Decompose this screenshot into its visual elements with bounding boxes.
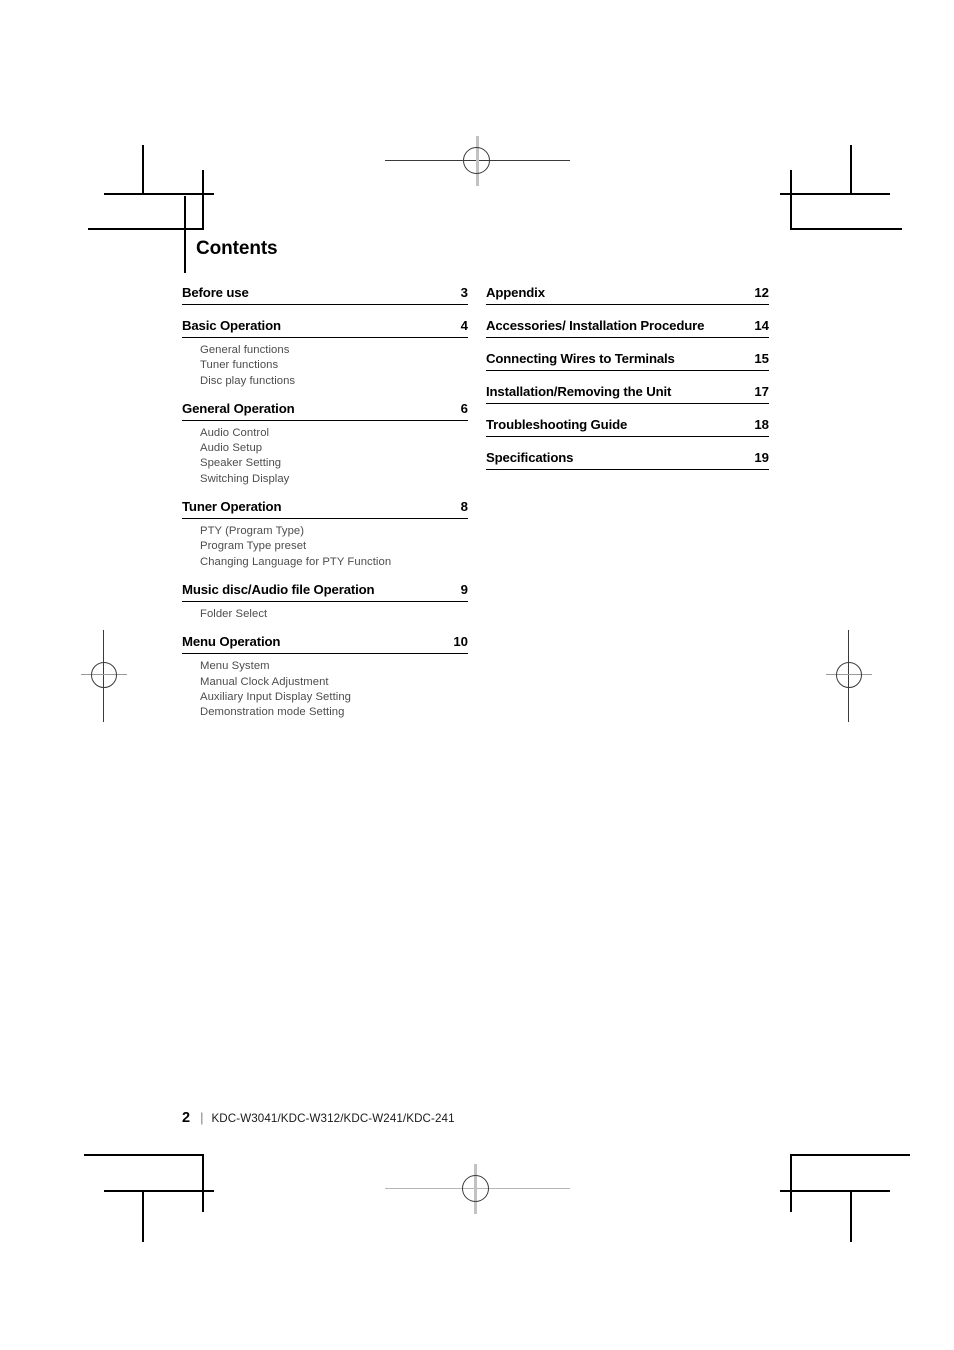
footer-separator: | bbox=[200, 1110, 204, 1125]
toc-entry-spacer bbox=[182, 570, 468, 582]
toc-subitem-list: Folder Select bbox=[182, 602, 468, 622]
toc-entry-title: Basic Operation bbox=[182, 318, 281, 333]
toc-entry-spacer bbox=[486, 437, 769, 450]
toc-entry-page-number: 19 bbox=[754, 450, 769, 465]
toc-entry-title: Installation/Removing the Unit bbox=[486, 384, 672, 399]
toc-subitem[interactable]: Manual Clock Adjustment bbox=[200, 675, 468, 690]
toc-subitem-list: Menu System Manual Clock Adjustment Auxili… bbox=[182, 654, 468, 720]
toc-entry-title: General Operation bbox=[182, 400, 295, 416]
footer-model-list: KDC-W3041/KDC-W312/KDC-W241/KDC-241 bbox=[211, 1112, 455, 1125]
toc-entry-spacer bbox=[486, 338, 769, 351]
footer-page-number: 2 bbox=[182, 1110, 191, 1126]
toc-subitem[interactable]: Disc play functions bbox=[200, 374, 468, 389]
page-title: Contents bbox=[196, 238, 278, 259]
toc-entry-head[interactable]: Installation/Removing the Unit 17 bbox=[486, 384, 769, 404]
toc-entry-head[interactable]: Before use 3 bbox=[182, 285, 468, 305]
toc-subitem[interactable]: Tuner functions bbox=[200, 358, 468, 373]
toc-entry-head[interactable]: Specifications 19 bbox=[486, 450, 769, 470]
toc-column-right: Appendix 12 Accessories/ Installation Proc… bbox=[486, 285, 769, 470]
toc-entry-title: Appendix bbox=[486, 285, 545, 300]
toc-entry-head[interactable]: Accessories/ Installation Procedure 14 bbox=[486, 318, 769, 338]
toc-subitem-list: PTY (Program Type) Program Type preset Cha… bbox=[182, 519, 468, 570]
toc-subitem[interactable]: Audio Setup bbox=[200, 441, 468, 456]
toc-entry[interactable]: Tuner Operation 8 PTY (Program Type) Progra… bbox=[182, 499, 468, 570]
toc-subitem[interactable]: General functions bbox=[200, 343, 468, 358]
page-title-rule bbox=[184, 196, 186, 273]
toc-subitem[interactable]: PTY (Program Type) bbox=[200, 524, 468, 539]
toc-entry-page-number: 18 bbox=[754, 417, 769, 432]
toc-entry-page-number: 15 bbox=[754, 351, 769, 366]
toc-entry[interactable]: Troubleshooting Guide 18 bbox=[486, 417, 769, 437]
toc-entry[interactable]: Connecting Wires to Terminals 15 bbox=[486, 351, 769, 371]
toc-entry-head[interactable]: Music disc/Audio file Operation 9 bbox=[182, 582, 468, 602]
toc-subitem[interactable]: Speaker Setting bbox=[200, 456, 468, 471]
toc-entry-title: Accessories/ Installation Procedure bbox=[486, 318, 705, 333]
toc-entry-spacer bbox=[182, 487, 468, 499]
toc-entry-spacer bbox=[486, 305, 769, 318]
toc-entry-page-number: 4 bbox=[460, 318, 468, 333]
toc-entry-head[interactable]: Connecting Wires to Terminals 15 bbox=[486, 351, 769, 371]
toc-entry-head[interactable]: General Operation 6 bbox=[182, 401, 468, 421]
toc-subitem[interactable]: Auxiliary Input Display Setting bbox=[200, 690, 468, 705]
toc-entry-head[interactable]: Basic Operation 4 bbox=[182, 318, 468, 338]
page-footer: 2 | KDC-W3041/KDC-W312/KDC-W241/KDC-241 bbox=[182, 1110, 455, 1126]
toc-entry-page-number: 8 bbox=[460, 499, 468, 515]
toc-entry-page-number: 12 bbox=[754, 285, 769, 300]
toc-entry-head[interactable]: Tuner Operation 8 bbox=[182, 499, 468, 520]
toc-entry-spacer bbox=[182, 389, 468, 401]
toc-entry[interactable]: Appendix 12 bbox=[486, 285, 769, 305]
toc-entry-page-number: 6 bbox=[460, 400, 468, 416]
toc-entry-spacer bbox=[486, 371, 769, 384]
toc-entry-head[interactable]: Menu Operation 10 bbox=[182, 634, 468, 655]
toc-subitem[interactable]: Audio Control bbox=[200, 426, 468, 441]
toc-entry[interactable]: Specifications 19 bbox=[486, 450, 769, 470]
toc-entry-spacer bbox=[182, 305, 468, 318]
toc-subitem[interactable]: Changing Language for PTY Function bbox=[200, 555, 468, 570]
toc-subitem-list: General functions Tuner functions Disc pla… bbox=[182, 338, 468, 389]
toc-subitem[interactable]: Folder Select bbox=[200, 607, 468, 622]
toc-entry[interactable]: General Operation 6 Audio Control Audio Set… bbox=[182, 401, 468, 487]
toc-entry-page-number: 17 bbox=[754, 384, 769, 399]
toc-entry-title: Tuner Operation bbox=[182, 499, 282, 515]
toc-entry-spacer bbox=[182, 622, 468, 634]
toc-entry-page-number: 9 bbox=[460, 581, 468, 597]
toc-entry-page-number: 10 bbox=[453, 634, 468, 650]
toc-entry-title: Connecting Wires to Terminals bbox=[486, 351, 675, 366]
toc-column-left: Before use 3 Basic Operation 4 General funct… bbox=[182, 285, 468, 720]
toc-entry-spacer bbox=[486, 404, 769, 417]
toc-entry-title: Menu Operation bbox=[182, 634, 281, 650]
toc-entry-title: Specifications bbox=[486, 450, 574, 465]
toc-subitem[interactable]: Switching Display bbox=[200, 472, 468, 487]
toc-subitem[interactable]: Demonstration mode Setting bbox=[200, 705, 468, 720]
toc-subitem[interactable]: Menu System bbox=[200, 659, 468, 674]
toc-entry-head[interactable]: Appendix 12 bbox=[486, 285, 769, 305]
toc-entry[interactable]: Before use 3 bbox=[182, 285, 468, 305]
toc-entry-page-number: 3 bbox=[460, 285, 468, 300]
toc-entry[interactable]: Basic Operation 4 General functions Tuner f… bbox=[182, 318, 468, 389]
toc-entry-title: Music disc/Audio file Operation bbox=[182, 581, 375, 597]
toc-entry[interactable]: Menu Operation 10 Menu System Manual Clock … bbox=[182, 634, 468, 720]
document-page: Contents Before use 3 Basic Operation 4 Gene… bbox=[0, 0, 954, 1350]
toc-entry-head[interactable]: Troubleshooting Guide 18 bbox=[486, 417, 769, 437]
toc-subitem-list: Audio Control Audio Setup Speaker Setting S… bbox=[182, 421, 468, 487]
toc-entry[interactable]: Accessories/ Installation Procedure 14 bbox=[486, 318, 769, 338]
toc-entry-title: Troubleshooting Guide bbox=[486, 417, 628, 432]
toc-entry-page-number: 14 bbox=[754, 318, 769, 333]
toc-entry-title: Before use bbox=[182, 285, 249, 300]
toc-entry[interactable]: Installation/Removing the Unit 17 bbox=[486, 384, 769, 404]
toc-entry[interactable]: Music disc/Audio file Operation 9 Folder S… bbox=[182, 582, 468, 622]
toc-subitem[interactable]: Program Type preset bbox=[200, 539, 468, 554]
